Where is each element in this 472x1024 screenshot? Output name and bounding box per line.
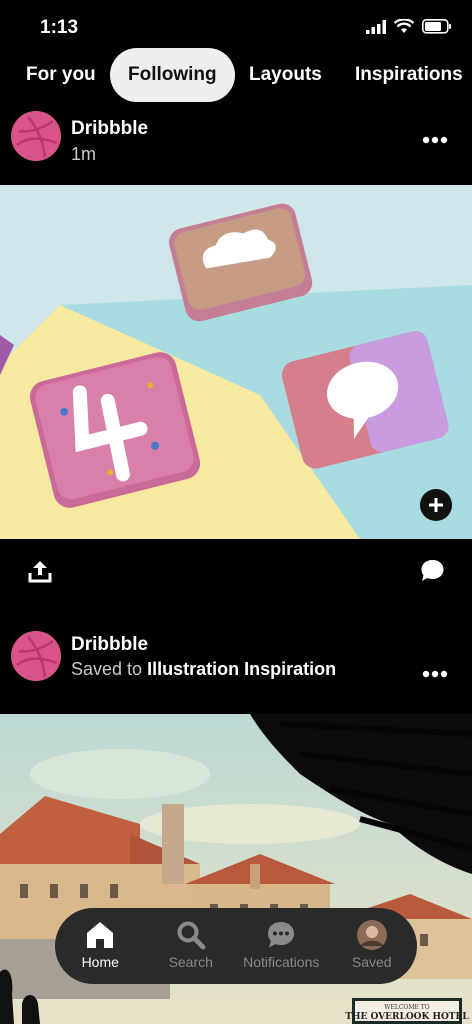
status-icons [366, 19, 452, 34]
search-icon [177, 921, 206, 950]
more-options-icon[interactable] [422, 670, 448, 678]
status-bar: 1:13 [0, 0, 472, 48]
tab-layouts[interactable]: Layouts [249, 48, 322, 102]
nav-saved-label: Saved [351, 954, 392, 970]
post-author[interactable]: Dribbble [71, 118, 148, 140]
nav-notifications[interactable]: Notifications [236, 908, 327, 984]
saved-prefix: Saved to [71, 659, 143, 679]
post-image[interactable] [0, 185, 472, 539]
wifi-icon [394, 19, 414, 33]
post-saved-to: Saved to Illustration Inspiration [71, 659, 336, 680]
avatar [356, 920, 387, 950]
tab-inspirations[interactable]: Inspirations [355, 48, 463, 102]
share-icon[interactable] [28, 559, 52, 583]
status-time: 1:13 [40, 17, 79, 38]
tab-for-you[interactable]: For you [26, 48, 96, 102]
tab-following[interactable]: Following [110, 48, 235, 102]
add-pin-icon[interactable] [420, 489, 452, 521]
nav-home[interactable]: Home [55, 908, 146, 984]
board-link[interactable]: Illustration Inspiration [147, 659, 336, 679]
nav-home-label: Home [81, 954, 119, 970]
avatar[interactable] [11, 111, 61, 161]
bottom-nav: Home Search Notifications Saved [55, 908, 417, 984]
more-options-icon[interactable] [422, 136, 448, 144]
post-header: Dribbble Saved to Illustration Inspirati… [0, 628, 472, 700]
resin-tiles-illustration [0, 185, 472, 539]
post-author[interactable]: Dribbble [71, 634, 148, 656]
cellular-signal-icon [366, 19, 386, 34]
battery-icon [422, 19, 451, 34]
chat-bubble-icon [268, 922, 295, 948]
feed-tabs: For you Following Layouts Inspirations [0, 48, 472, 104]
dribbble-logo-icon [11, 631, 61, 681]
sign-main-text: THE OVERLOOK HOTEL [345, 1012, 469, 1022]
nav-search-label: Search [168, 954, 213, 970]
nav-search[interactable]: Search [146, 908, 237, 984]
post-header: Dribbble 1m [0, 108, 472, 180]
nav-saved[interactable]: Saved [327, 908, 418, 984]
dribbble-logo-icon [11, 111, 61, 161]
sign-top-text: WELCOME TO [384, 1004, 429, 1011]
post-time: 1m [71, 144, 97, 164]
avatar[interactable] [11, 631, 61, 681]
comment-icon[interactable] [420, 558, 445, 583]
home-icon [87, 922, 114, 948]
nav-notifications-label: Notifications [243, 954, 320, 970]
